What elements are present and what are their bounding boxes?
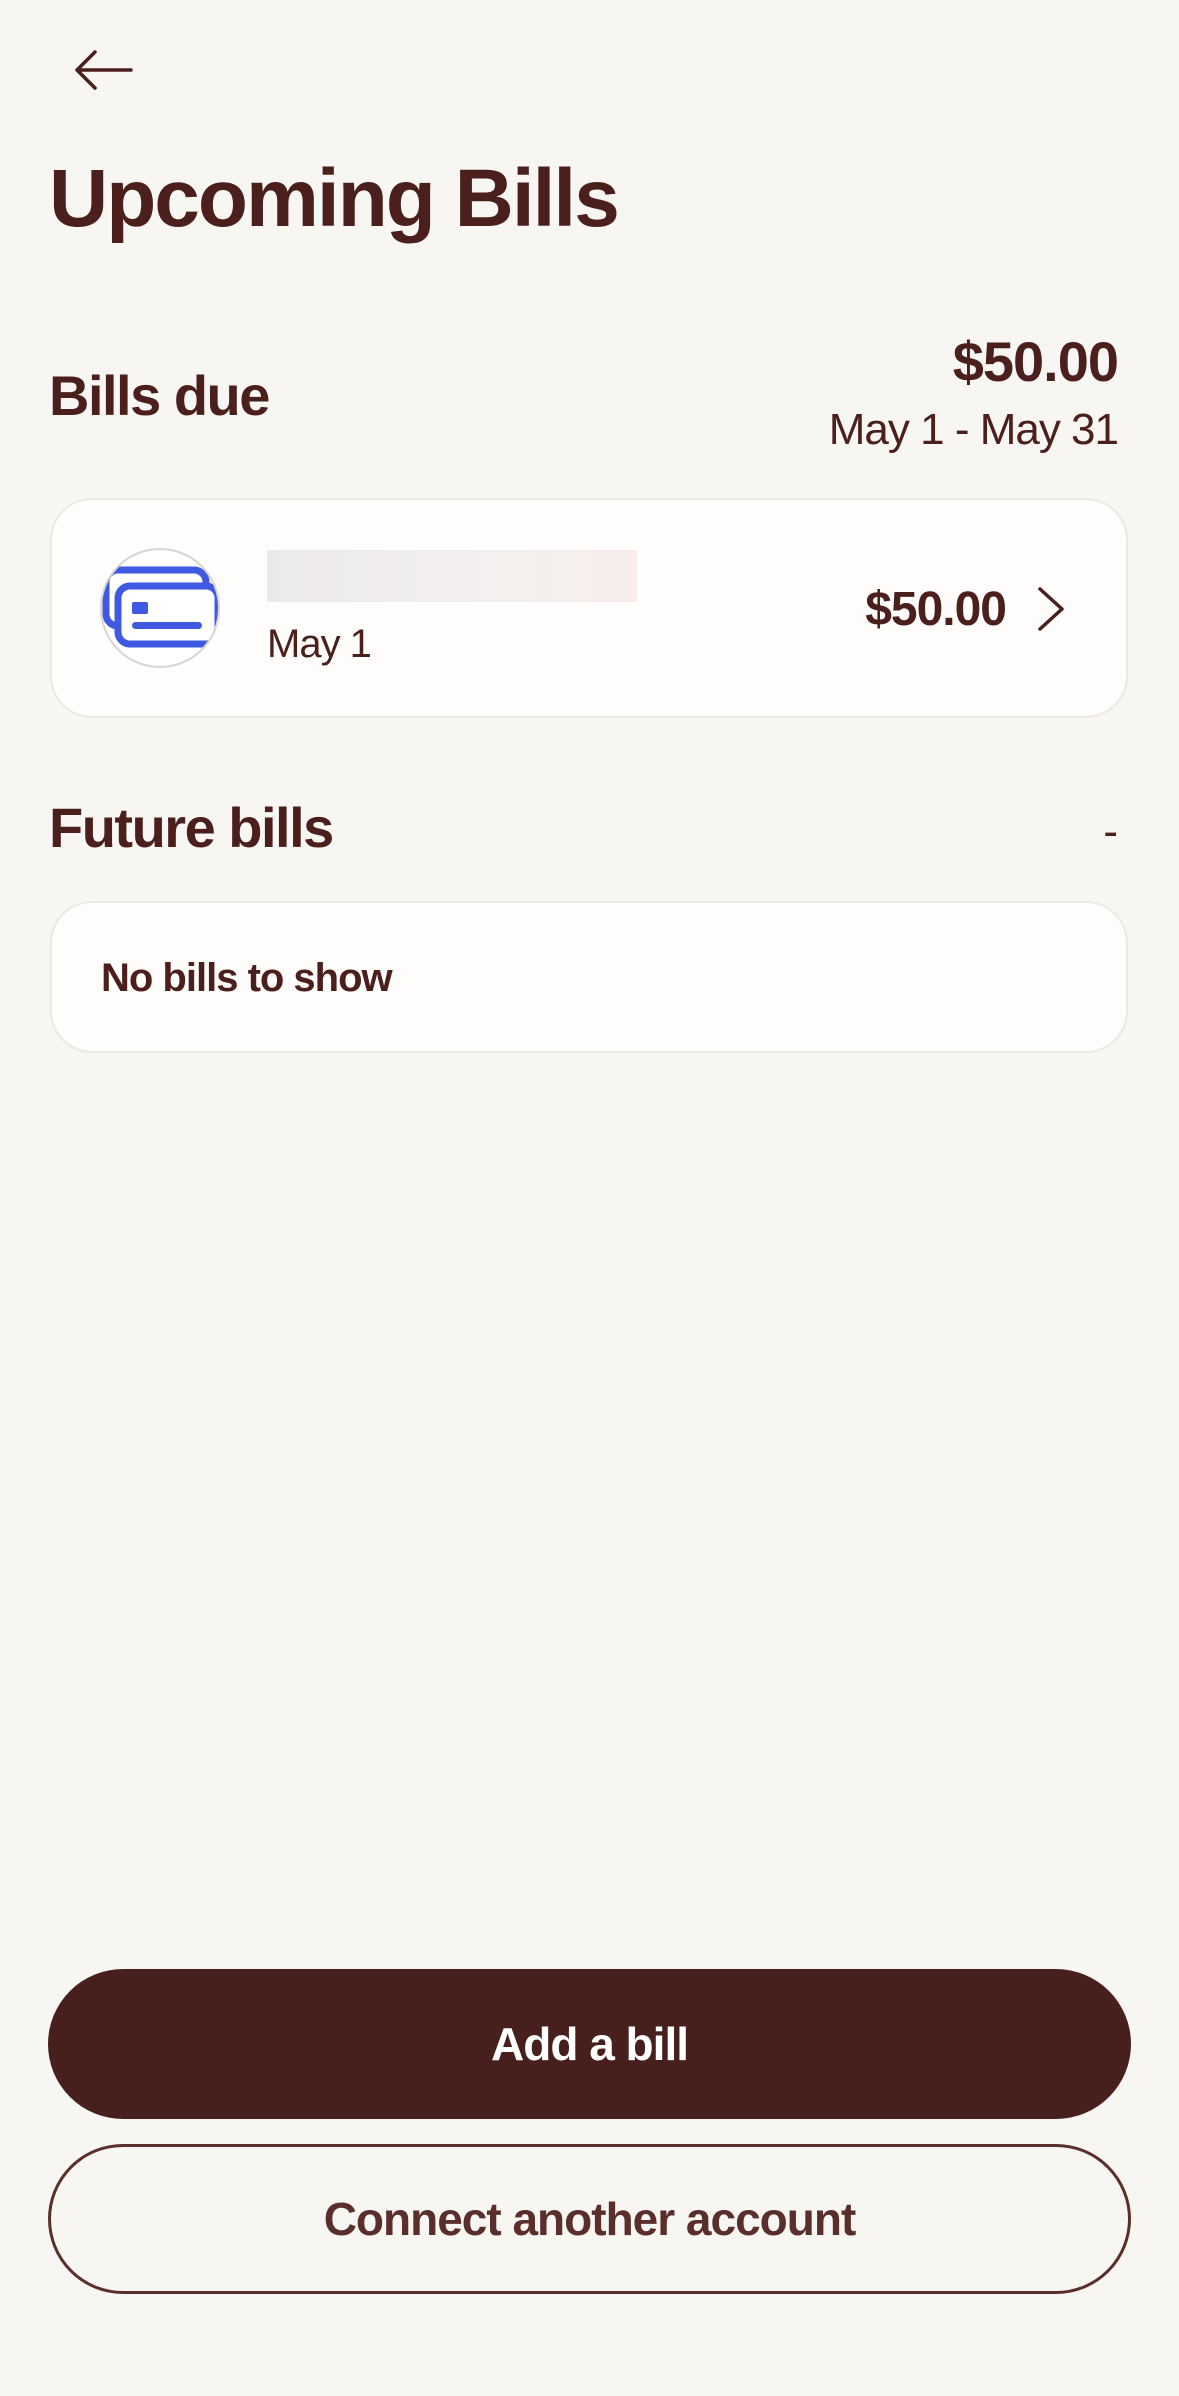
bill-item[interactable]: May 1 $50.00 xyxy=(50,498,1128,718)
future-bills-empty-card: No bills to show xyxy=(50,901,1128,1053)
connect-account-button[interactable]: Connect another account xyxy=(48,2144,1131,2294)
arrow-left-icon xyxy=(75,50,133,90)
bill-date: May 1 xyxy=(267,622,372,666)
bills-due-total: $50.00 xyxy=(952,330,1119,393)
future-bills-total: - xyxy=(1103,807,1118,856)
future-bills-title: Future bills xyxy=(49,796,334,859)
bills-due-title: Bills due xyxy=(49,364,270,427)
add-bill-button[interactable]: Add a bill xyxy=(48,1969,1131,2119)
empty-state-text: No bills to show xyxy=(101,956,393,1000)
chevron-right-icon xyxy=(1038,587,1064,631)
bill-avatar xyxy=(100,548,220,668)
page-title: Upcoming Bills xyxy=(49,153,620,244)
bill-amount: $50.00 xyxy=(865,583,1007,636)
bills-due-date-range: May 1 - May 31 xyxy=(828,405,1119,454)
back-button[interactable] xyxy=(68,40,138,100)
bill-name-redacted xyxy=(267,550,637,602)
credit-card-icon xyxy=(102,566,218,648)
bills-due-summary: $50.00 May 1 - May 31 xyxy=(828,330,1119,454)
